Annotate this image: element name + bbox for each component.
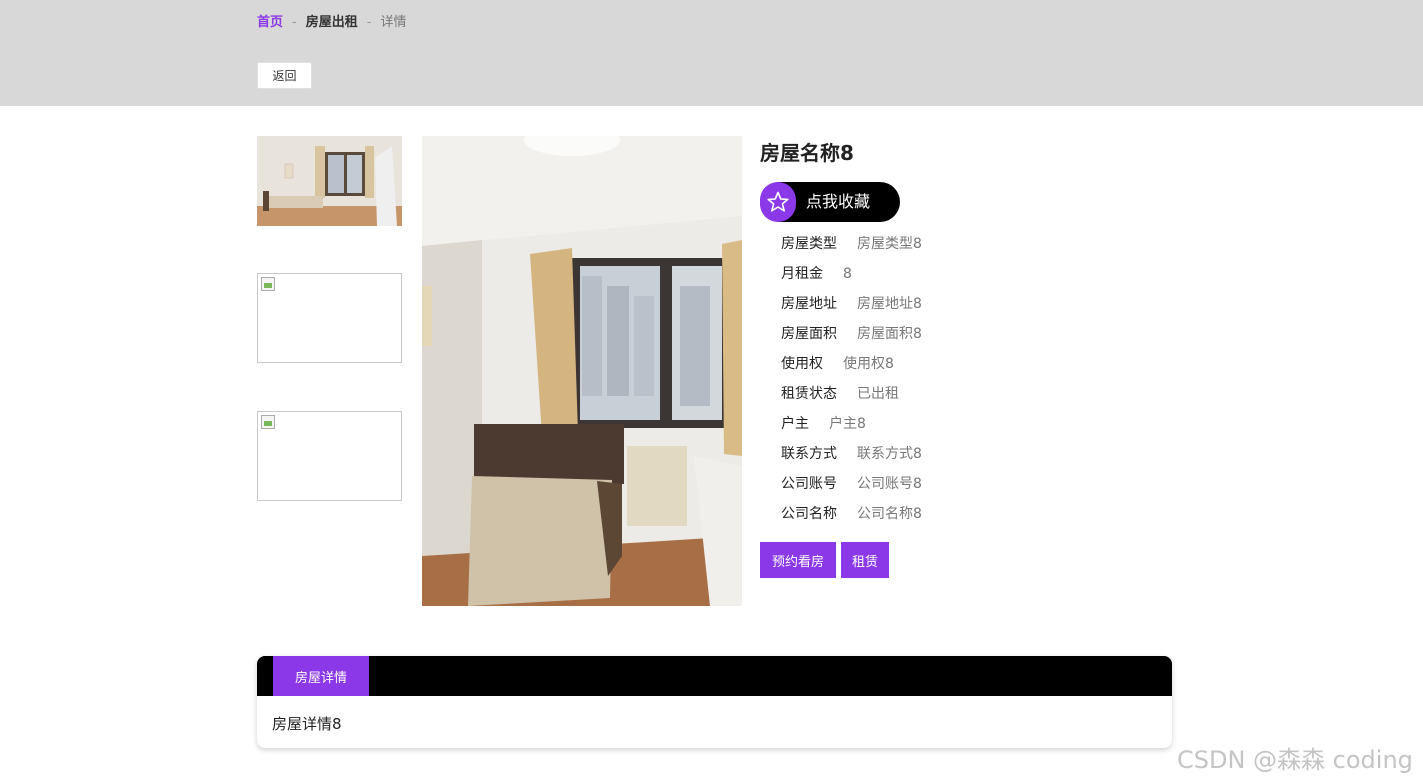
info-row-rent: 月租金 8 <box>781 264 922 294</box>
breadcrumb-home-link[interactable]: 首页 <box>257 15 283 30</box>
thumbnail-3[interactable] <box>257 411 402 501</box>
info-row-company-account: 公司账号 公司账号8 <box>781 474 922 504</box>
info-key: 房屋面积 <box>781 326 837 342</box>
info-row-address: 房屋地址 房屋地址8 <box>781 294 922 324</box>
info-key: 月租金 <box>781 266 823 282</box>
thumbnail-1[interactable] <box>257 136 402 226</box>
info-value: 房屋地址8 <box>857 296 922 312</box>
info-key: 租赁状态 <box>781 386 837 402</box>
info-value: 房屋类型8 <box>857 236 922 252</box>
house-info-list: 房屋类型 房屋类型8 月租金 8 房屋地址 房屋地址8 房屋面积 房屋面积8 使用权 使用… <box>781 234 922 534</box>
breadcrumb-current: 详情 <box>380 15 407 30</box>
info-row-area: 房屋面积 房屋面积8 <box>781 324 922 354</box>
room-photo-illustration <box>422 136 742 606</box>
main-room-photo <box>422 136 742 606</box>
info-value: 已出租 <box>857 386 899 402</box>
info-row-type: 房屋类型 房屋类型8 <box>781 234 922 264</box>
info-row-rental-status: 租赁状态 已出租 <box>781 384 922 414</box>
info-key: 户主 <box>781 416 809 432</box>
info-key: 使用权 <box>781 356 823 372</box>
info-key: 联系方式 <box>781 446 837 462</box>
house-detail-card: 房屋详情 房屋详情8 <box>257 656 1172 748</box>
star-icon <box>760 182 796 222</box>
info-value: 联系方式8 <box>857 446 922 462</box>
book-viewing-button[interactable]: 预约看房 <box>760 542 836 578</box>
favorite-button[interactable]: 点我收藏 <box>760 182 900 222</box>
breadcrumb: 首页 - 房屋出租 - 详情 <box>257 14 406 32</box>
info-row-owner: 户主 户主8 <box>781 414 922 444</box>
info-key: 房屋类型 <box>781 236 837 252</box>
info-value: 户主8 <box>829 416 866 432</box>
breadcrumb-separator: - <box>292 15 297 30</box>
room-photo-thumbnail <box>257 136 402 226</box>
info-value: 公司名称8 <box>857 506 922 522</box>
tab-house-details[interactable]: 房屋详情 <box>273 656 369 696</box>
info-key: 公司账号 <box>781 476 837 492</box>
info-value: 8 <box>843 266 852 282</box>
breadcrumb-separator: - <box>366 15 372 30</box>
house-detail-content: 房屋详情8 <box>272 715 342 733</box>
broken-image-icon <box>261 277 275 291</box>
info-value: 使用权8 <box>843 356 894 372</box>
info-key: 公司名称 <box>781 506 837 522</box>
back-button[interactable]: 返回 <box>257 62 312 89</box>
watermark: CSDN @森森 coding <box>1177 746 1413 774</box>
favorite-label: 点我收藏 <box>806 192 871 211</box>
info-row-company-name: 公司名称 公司名称8 <box>781 504 922 534</box>
thumbnail-2[interactable] <box>257 273 402 363</box>
broken-image-icon <box>261 415 275 429</box>
rent-button[interactable]: 租赁 <box>841 542 889 578</box>
breadcrumb-section-link[interactable]: 房屋出租 <box>306 15 358 30</box>
top-bar: 首页 - 房屋出租 - 详情 返回 <box>0 0 1423 106</box>
house-name: 房屋名称8 <box>760 141 854 165</box>
info-row-usage-right: 使用权 使用权8 <box>781 354 922 384</box>
info-key: 房屋地址 <box>781 296 837 312</box>
info-value: 公司账号8 <box>857 476 922 492</box>
detail-tab-bar: 房屋详情 <box>257 656 1172 696</box>
info-row-contact: 联系方式 联系方式8 <box>781 444 922 474</box>
info-value: 房屋面积8 <box>857 326 922 342</box>
